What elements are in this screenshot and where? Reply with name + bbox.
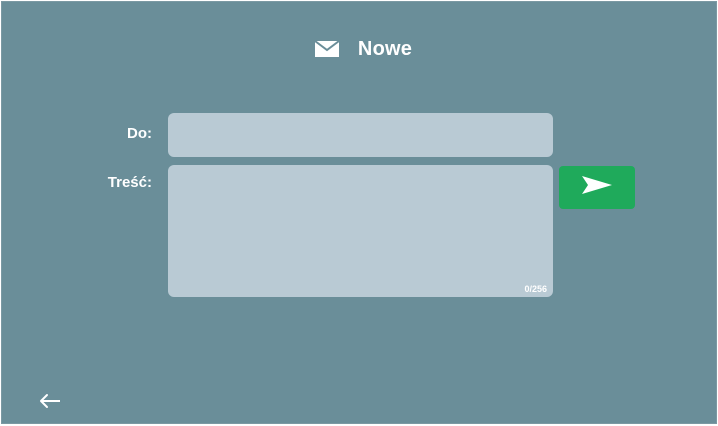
page-title: Nowe xyxy=(357,37,413,60)
recipient-label: Do: xyxy=(127,125,152,142)
header: Nowe xyxy=(2,32,716,66)
envelope-icon xyxy=(314,39,340,59)
message-body-label: Treść: xyxy=(107,174,152,191)
send-button[interactable] xyxy=(559,166,635,209)
recipient-input[interactable] xyxy=(168,113,553,157)
character-counter: 0/256 xyxy=(524,284,547,294)
back-arrow-icon xyxy=(38,393,62,414)
new-message-screen: Nowe Do: Treść: 0/256 xyxy=(1,1,717,424)
send-arrow-icon xyxy=(581,175,613,200)
back-button[interactable] xyxy=(32,389,68,417)
message-body-textarea[interactable]: 0/256 xyxy=(168,165,553,297)
